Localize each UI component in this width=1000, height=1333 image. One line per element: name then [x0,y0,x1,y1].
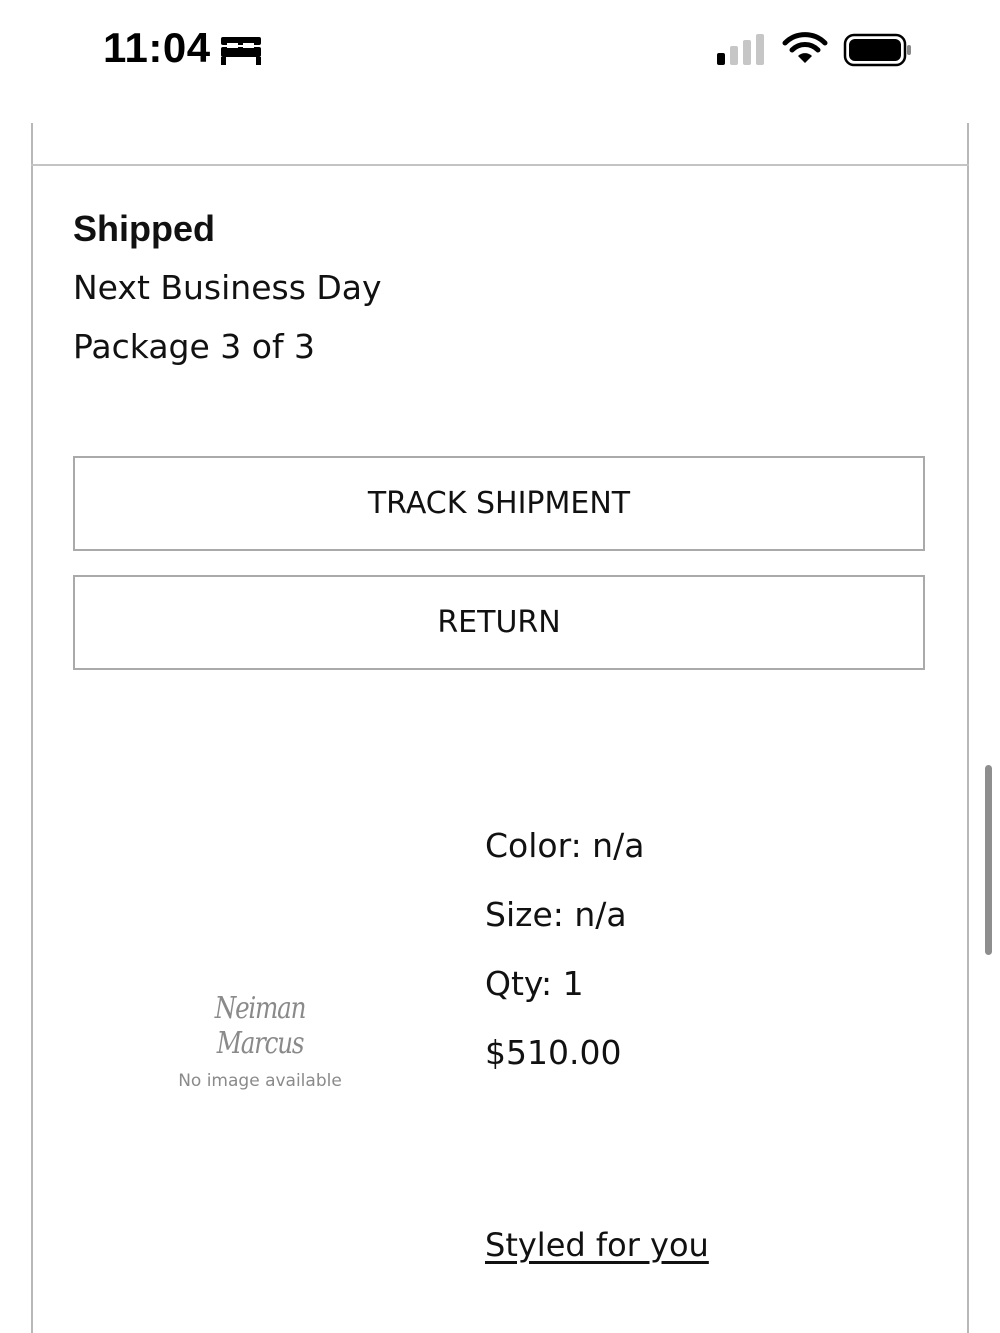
product-price: $510.00 [485,1033,622,1072]
battery-icon [843,33,911,67]
return-button[interactable]: RETURN [73,575,925,670]
brand-logo: Neiman Marcus [214,991,307,1061]
product-image-placeholder[interactable]: Neiman Marcus No image available [150,985,370,1091]
status-bar: 11:04 [0,0,1000,100]
shipping-method: Next Business Day [73,268,382,307]
bed-icon [221,37,261,65]
product-size: Size: n/a [485,895,627,934]
shipment-status: Shipped [73,208,215,249]
package-count: Package 3 of 3 [73,327,316,366]
product-qty: Qty: 1 [485,964,584,1003]
return-label: RETURN [437,605,561,640]
cellular-signal-icon [717,34,764,65]
styled-for-you-link[interactable]: Styled for you [485,1226,709,1264]
wifi-icon [782,32,828,63]
product-color: Color: n/a [485,826,645,865]
card-border-right [967,123,969,1333]
track-shipment-label: TRACK SHIPMENT [367,486,631,521]
scroll-indicator[interactable] [985,765,992,955]
track-shipment-button[interactable]: TRACK SHIPMENT [73,456,925,551]
card-border-left [31,123,33,1333]
card-divider [31,164,969,166]
no-image-text: No image available [178,1071,342,1091]
status-time: 11:04 [103,24,211,71]
